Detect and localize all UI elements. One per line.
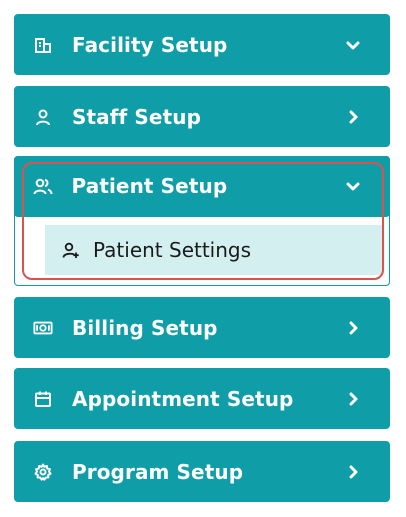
money-icon xyxy=(33,318,53,338)
chevron-down-icon[interactable] xyxy=(344,36,362,54)
menu-item-label: Staff Setup xyxy=(72,104,202,129)
menu-item-facility-setup[interactable]: Facility Setup xyxy=(14,14,390,75)
menu-item-label: Billing Setup xyxy=(72,315,218,340)
menu-item-billing-setup[interactable]: Billing Setup xyxy=(14,297,390,358)
chevron-right-icon[interactable] xyxy=(344,390,362,408)
menu-item-staff-setup[interactable]: Staff Setup xyxy=(14,86,390,147)
submenu-item-label: Patient Settings xyxy=(93,238,252,262)
gear-icon xyxy=(33,462,53,482)
chevron-right-icon[interactable] xyxy=(344,463,362,481)
submenu-item-patient-settings[interactable]: Patient Settings xyxy=(45,225,383,275)
menu-item-label: Patient Setup xyxy=(71,174,228,198)
menu-item-label: Appointment Setup xyxy=(72,386,294,411)
users-icon xyxy=(33,176,53,196)
chevron-right-icon[interactable] xyxy=(344,319,362,337)
chevron-right-icon[interactable] xyxy=(344,108,362,126)
calendar-icon xyxy=(33,389,53,409)
patient-setup-group: Patient Setup Patient Settings xyxy=(13,155,390,286)
user-icon xyxy=(33,107,53,127)
menu-item-appointment-setup[interactable]: Appointment Setup xyxy=(14,368,390,429)
menu-item-program-setup[interactable]: Program Setup xyxy=(14,441,390,502)
user-plus-icon xyxy=(61,240,81,260)
chevron-down-icon[interactable] xyxy=(344,177,362,195)
building-icon xyxy=(33,35,53,55)
menu-item-patient-setup[interactable]: Patient Setup xyxy=(13,155,390,217)
menu-item-label: Facility Setup xyxy=(72,32,228,57)
menu-item-label: Program Setup xyxy=(72,459,244,484)
